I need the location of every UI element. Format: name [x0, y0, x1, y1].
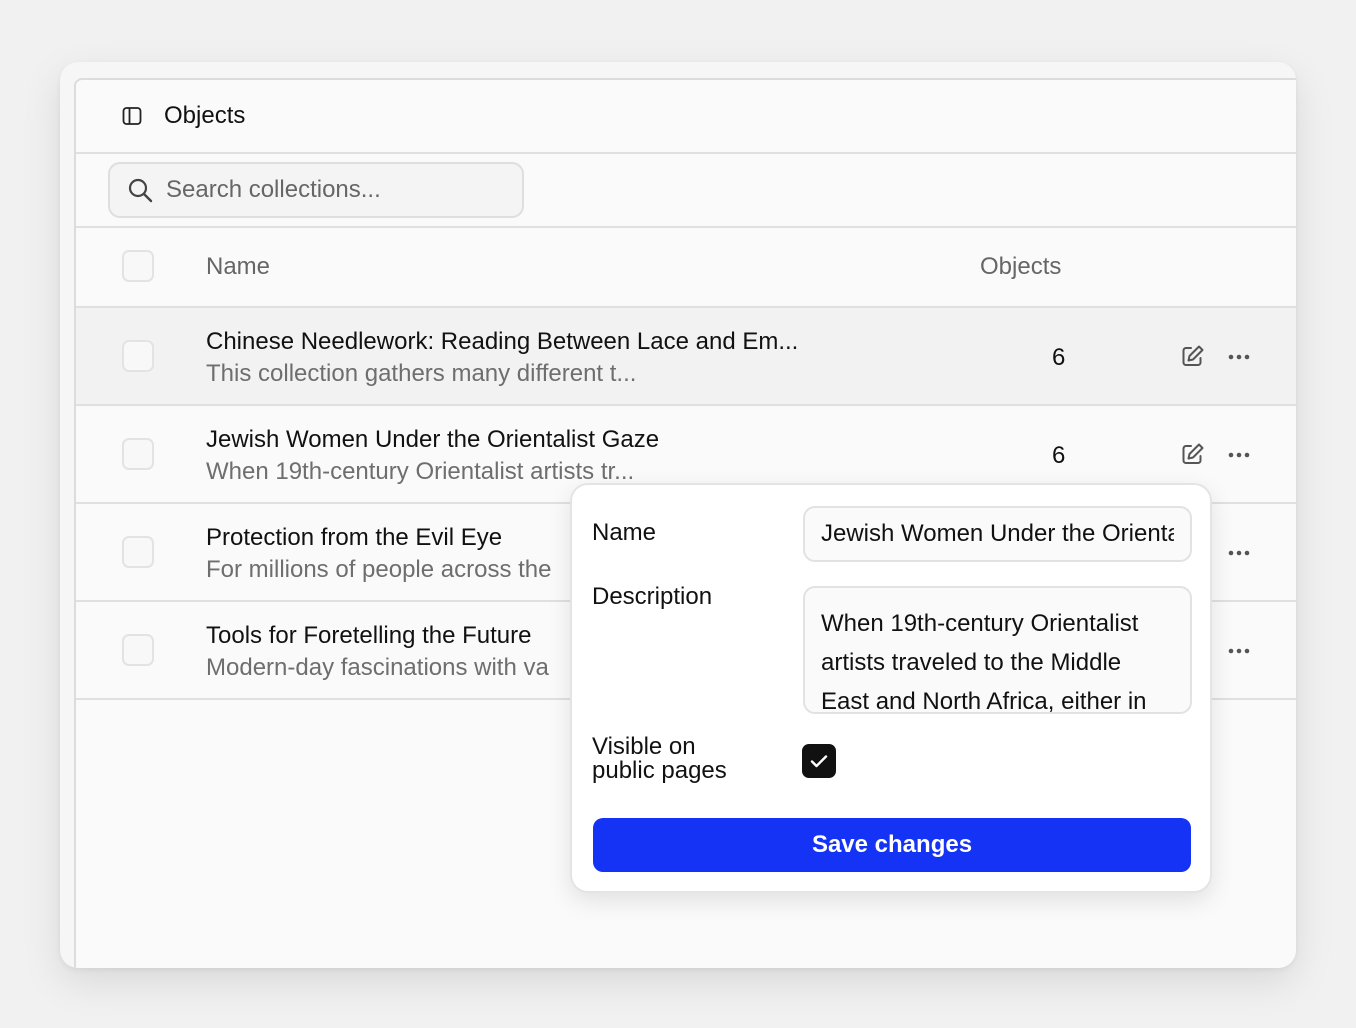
name-label: Name [592, 519, 657, 546]
more-options-icon[interactable] [1226, 638, 1252, 664]
row-checkbox[interactable] [122, 438, 154, 470]
name-field[interactable] [803, 506, 1192, 562]
page-title: Objects [164, 102, 246, 129]
edit-icon[interactable] [1180, 343, 1206, 369]
row-checkbox[interactable] [122, 340, 154, 372]
collection-title[interactable]: Chinese Needlework: Reading Between Lace… [206, 328, 798, 356]
save-changes-button[interactable]: Save changes [593, 818, 1191, 872]
panel-header: Objects [76, 80, 1296, 154]
column-header-name[interactable]: Name [206, 253, 270, 281]
more-options-icon[interactable] [1226, 344, 1252, 370]
description-label: Description [592, 583, 713, 610]
object-count: 6 [1052, 344, 1066, 371]
collection-description: This collection gathers many different t… [206, 360, 637, 387]
more-options-icon[interactable] [1226, 442, 1252, 468]
table-header: Name Objects [76, 228, 1296, 308]
collection-description: Modern-day fascinations with va [206, 654, 549, 681]
object-count: 6 [1052, 442, 1066, 469]
description-field[interactable]: When 19th-century Orientalist artists tr… [803, 586, 1192, 714]
search-box[interactable] [108, 162, 524, 218]
visible-checkbox[interactable] [802, 744, 836, 778]
search-icon [126, 176, 154, 204]
collection-description: When 19th-century Orientalist artists tr… [206, 458, 635, 485]
collection-description: For millions of people across the [206, 556, 552, 583]
select-all-checkbox[interactable] [122, 250, 154, 282]
checkmark-icon [810, 755, 828, 768]
row-checkbox[interactable] [122, 634, 154, 666]
visible-label-line2: public pages [592, 757, 727, 784]
row-checkbox[interactable] [122, 536, 154, 568]
visible-label: Visible on public pages [592, 735, 727, 783]
edit-icon[interactable] [1180, 441, 1206, 467]
table-row[interactable]: Chinese Needlework: Reading Between Lace… [76, 308, 1296, 406]
edit-collection-popover: Name Description When 19th-century Orien… [570, 483, 1212, 893]
search-input[interactable] [166, 176, 496, 204]
visible-label-line1: Visible on [592, 733, 696, 760]
collection-title[interactable]: Protection from the Evil Eye [206, 524, 502, 552]
search-bar-row [76, 154, 1296, 228]
collection-title[interactable]: Jewish Women Under the Orientalist Gaze [206, 426, 659, 454]
more-options-icon[interactable] [1226, 540, 1252, 566]
sidebar-toggle-icon[interactable] [120, 104, 144, 128]
column-header-objects[interactable]: Objects [980, 253, 1061, 281]
collection-title[interactable]: Tools for Foretelling the Future [206, 622, 532, 650]
